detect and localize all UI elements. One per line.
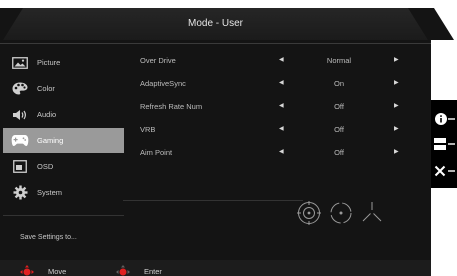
sidebar: Picture Color Audio Gaming OSD System — [3, 50, 124, 206]
aim-point-circle-icon[interactable] — [296, 200, 322, 226]
enter-joystick-icon — [116, 265, 130, 276]
setting-value: Off — [334, 125, 344, 134]
save-settings-button[interactable]: Save Settings to... — [20, 234, 77, 241]
title-divider — [0, 43, 431, 44]
setting-row-refresh-rate-num[interactable]: Refresh Rate Num ◀ Off ▶ — [140, 97, 410, 117]
gamepad-icon — [3, 134, 37, 147]
sidebar-item-label: Picture — [37, 58, 61, 67]
speaker-icon — [3, 109, 37, 121]
menu-icon[interactable] — [434, 137, 456, 151]
sidebar-item-label: Color — [37, 84, 55, 93]
setting-label: Over Drive — [140, 56, 176, 65]
picture-icon — [3, 56, 37, 69]
sidebar-item-system[interactable]: System — [3, 180, 124, 205]
sidebar-item-gaming[interactable]: Gaming — [3, 128, 124, 153]
arrow-right-icon[interactable]: ▶ — [394, 148, 399, 155]
color-palette-icon — [3, 82, 37, 95]
arrow-right-icon[interactable]: ▶ — [394, 56, 399, 63]
page-title: Mode - User — [187, 18, 243, 29]
setting-value: Off — [334, 148, 344, 157]
sidebar-divider — [3, 215, 124, 216]
sidebar-item-audio[interactable]: Audio — [3, 102, 124, 127]
enter-label: Enter — [144, 267, 162, 276]
setting-row-over-drive[interactable]: Over Drive ◀ Normal ▶ — [140, 51, 410, 71]
sidebar-item-label: Audio — [37, 110, 57, 119]
sidebar-item-label: OSD — [37, 162, 54, 171]
osd-icon — [3, 160, 37, 173]
arrow-right-icon[interactable]: ▶ — [394, 102, 399, 109]
arrow-left-icon[interactable]: ◀ — [279, 56, 284, 63]
arrow-right-icon[interactable]: ▶ — [394, 125, 399, 132]
sidebar-item-color[interactable]: Color — [3, 76, 124, 101]
sidebar-item-label: Gaming — [37, 136, 64, 145]
sidebar-item-picture[interactable]: Picture — [3, 50, 124, 75]
footer-bar: Move Enter — [0, 260, 431, 276]
side-key-panel — [431, 100, 457, 188]
osd-menu: Mode - User Picture Color Audio Gaming O… — [0, 8, 454, 276]
setting-label: Refresh Rate Num — [140, 102, 203, 111]
close-icon[interactable] — [434, 164, 456, 178]
content-divider — [123, 200, 303, 201]
move-label: Move — [48, 267, 67, 276]
arrow-right-icon[interactable]: ▶ — [394, 79, 399, 86]
setting-row-aim-point[interactable]: Aim Point ◀ Off ▶ — [140, 143, 410, 163]
gear-icon — [3, 185, 37, 200]
setting-value: Normal — [326, 56, 352, 65]
setting-label: VRB — [140, 125, 156, 134]
setting-value: Off — [334, 102, 344, 111]
setting-row-vrb[interactable]: VRB ◀ Off ▶ — [140, 120, 410, 140]
move-joystick-icon — [20, 265, 34, 276]
arrow-left-icon[interactable]: ◀ — [279, 125, 284, 132]
aim-point-dotted-icon[interactable] — [328, 200, 354, 226]
title-bar: Mode - User — [0, 8, 454, 40]
sidebar-item-label: System — [37, 188, 63, 197]
setting-label: Aim Point — [140, 148, 173, 157]
arrow-left-icon[interactable]: ◀ — [279, 148, 284, 155]
setting-value: On — [333, 79, 344, 88]
info-icon[interactable] — [434, 112, 456, 126]
setting-label: AdaptiveSync — [140, 79, 186, 88]
setting-row-adaptivesync[interactable]: AdaptiveSync ◀ On ▶ — [140, 74, 410, 94]
arrow-left-icon[interactable]: ◀ — [279, 79, 284, 86]
sidebar-item-osd[interactable]: OSD — [3, 154, 124, 179]
arrow-left-icon[interactable]: ◀ — [279, 102, 284, 109]
aim-point-cross-icon[interactable] — [360, 200, 384, 224]
